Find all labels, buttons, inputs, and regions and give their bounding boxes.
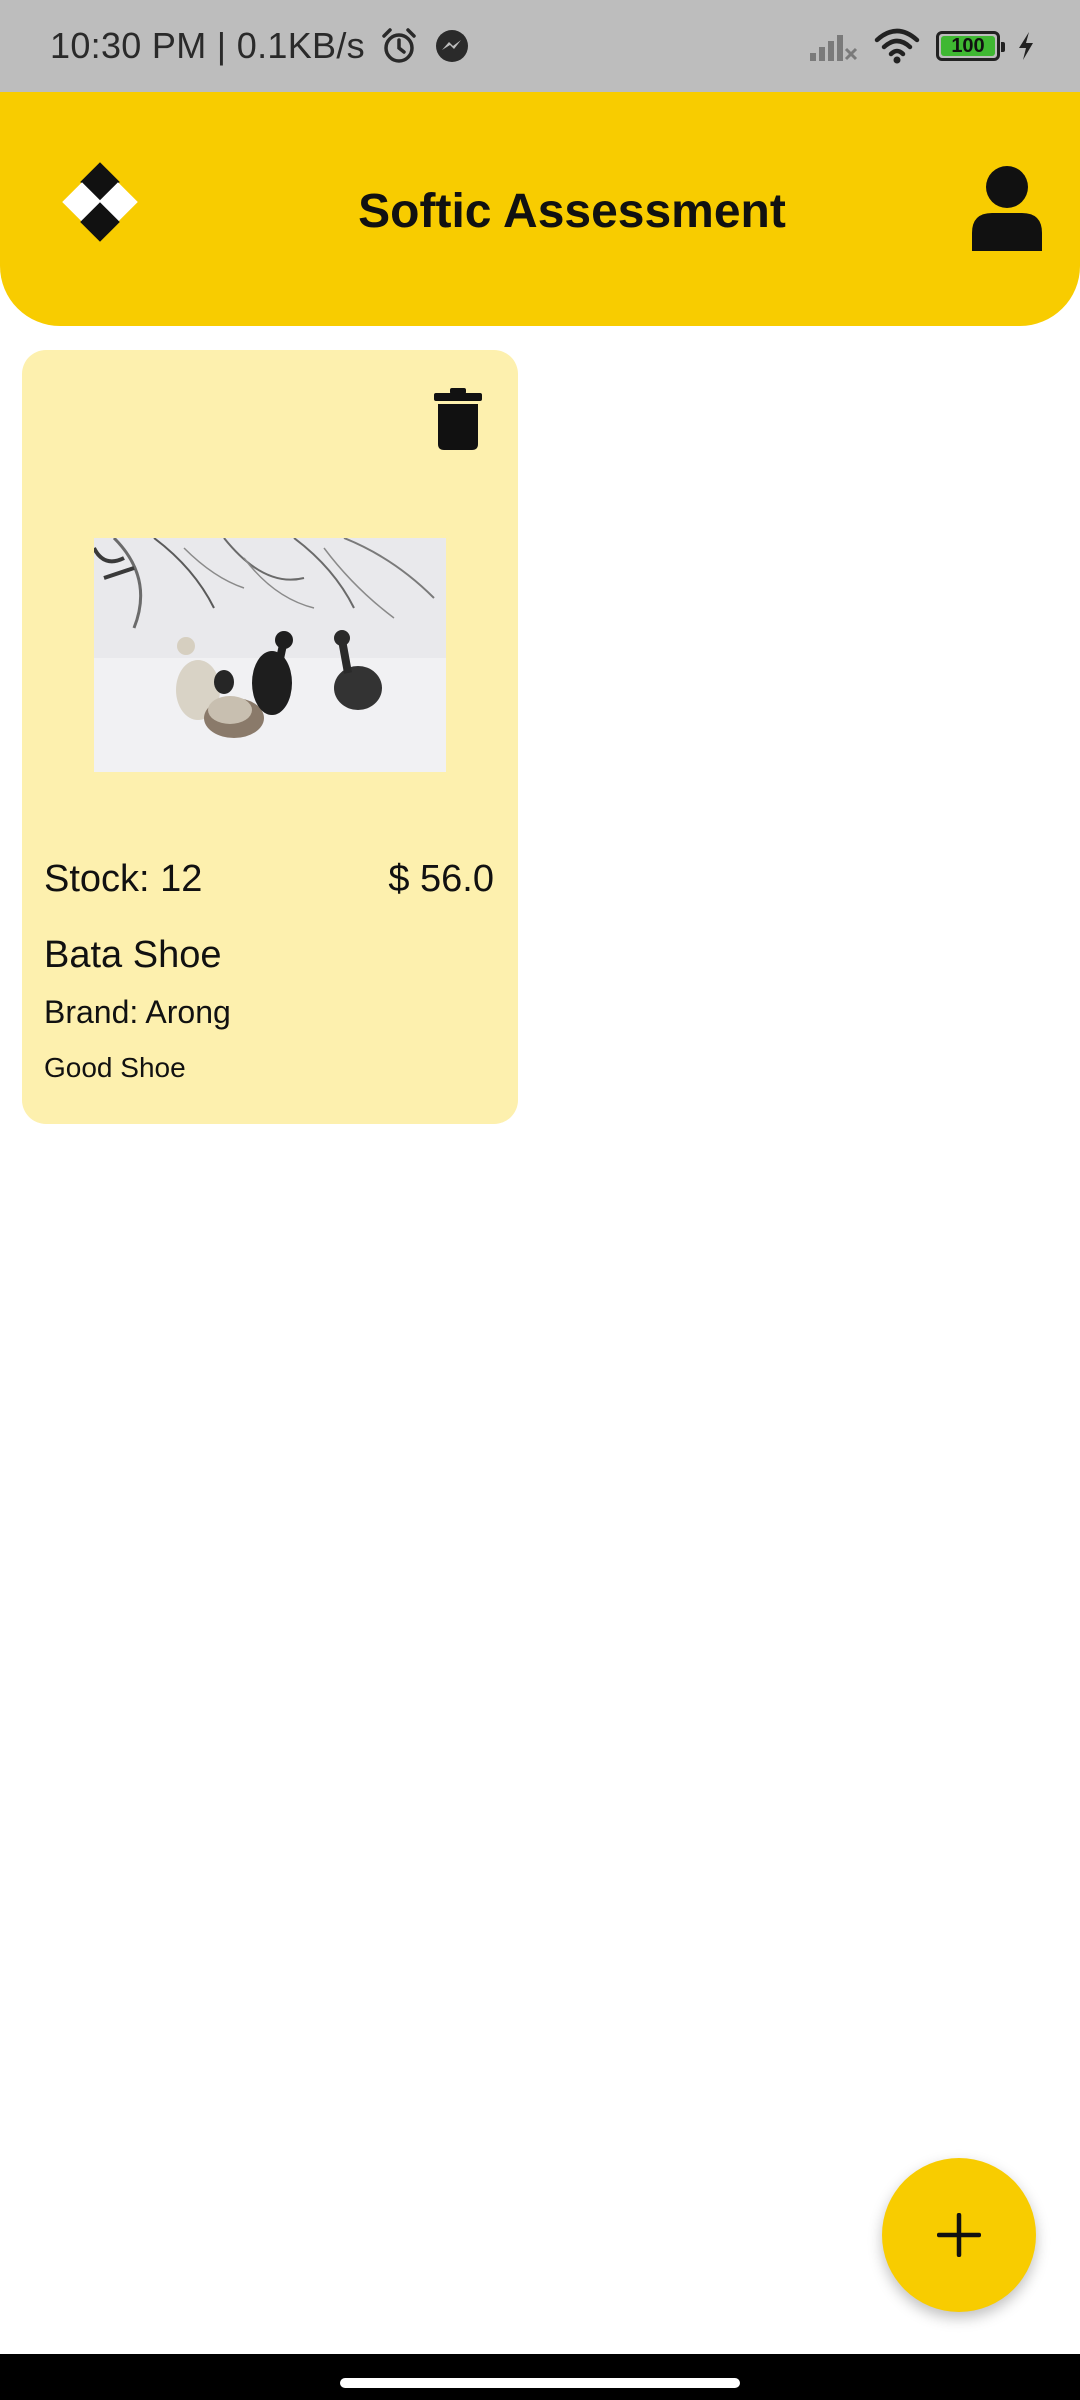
person-icon (972, 166, 1042, 251)
alarm-icon (379, 26, 419, 66)
product-name: Bata Shoe (44, 934, 222, 976)
status-right: 100 (808, 28, 1036, 64)
add-product-button[interactable] (882, 2158, 1036, 2312)
stock-price-row: Stock: 12 $ 56.0 (44, 858, 494, 901)
battery-icon: 100 (936, 31, 1005, 61)
status-left: 10:30 PM | 0.1KB/s (50, 25, 471, 67)
product-brand: Brand: Arong (44, 994, 231, 1030)
delete-button[interactable] (430, 384, 486, 454)
profile-button[interactable] (968, 162, 1046, 254)
price-label: $ 56.0 (388, 858, 494, 900)
home-indicator[interactable] (340, 2378, 740, 2388)
product-image (94, 538, 446, 772)
messenger-icon (433, 27, 471, 65)
signal-icon (808, 29, 858, 63)
product-card[interactable]: Stock: 12 $ 56.0 Bata Shoe Brand: Arong … (22, 350, 518, 1124)
plus-icon (937, 2213, 981, 2257)
navigation-bar (0, 2354, 1080, 2400)
wifi-icon (874, 28, 920, 64)
screen: 10:30 PM | 0.1KB/s 100 Softic Assessment… (0, 0, 1080, 2400)
app-bar: Softic Assessment (0, 92, 1080, 326)
stock-label: Stock: 12 (44, 858, 203, 900)
charging-icon (1016, 30, 1036, 62)
status-bar: 10:30 PM | 0.1KB/s 100 (0, 0, 1080, 92)
product-description: Good Shoe (44, 1052, 186, 1083)
trash-icon (434, 388, 482, 450)
page-title: Softic Assessment (358, 185, 786, 238)
status-time: 10:30 PM | 0.1KB/s (50, 25, 365, 66)
battery-level: 100 (951, 35, 985, 57)
